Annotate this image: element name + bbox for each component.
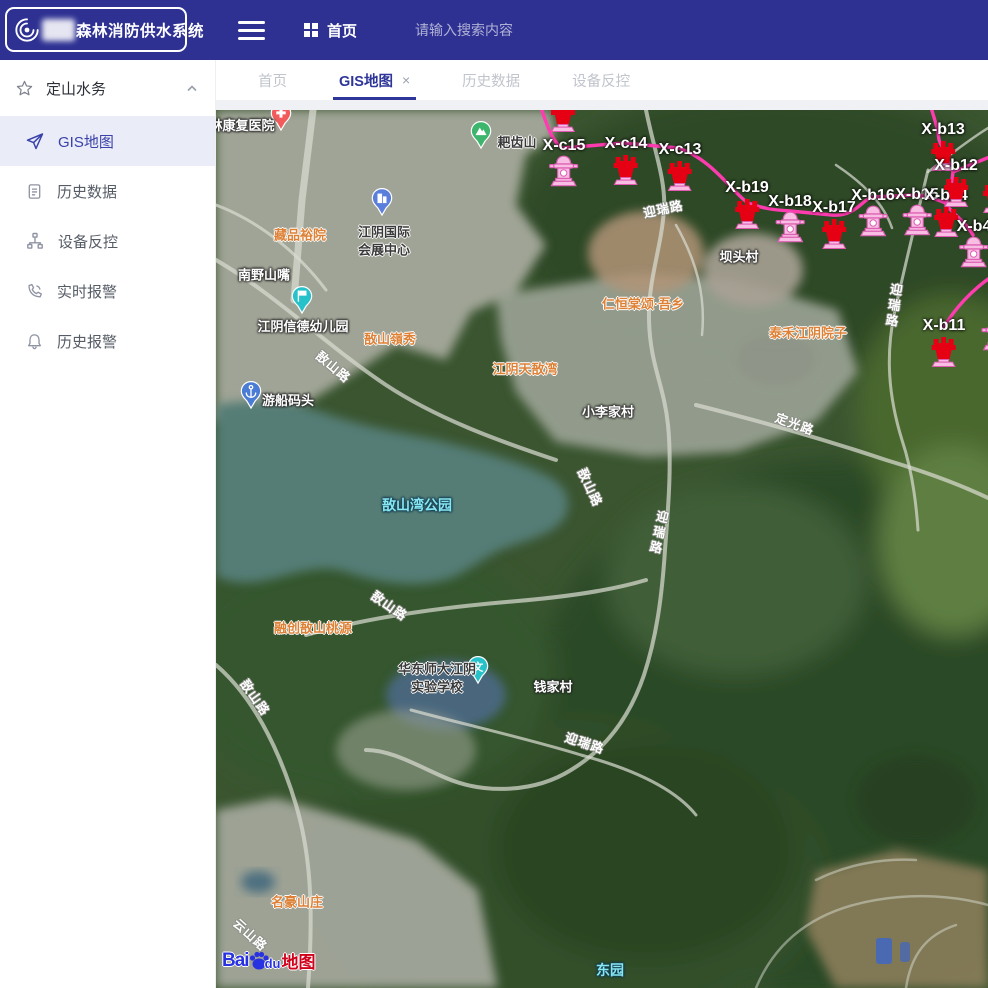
sidebar-item-label: GIS地图 <box>58 131 114 152</box>
topbar: 森林消防供水系统 首页 <box>0 0 988 60</box>
tab-label: 历史数据 <box>462 70 520 91</box>
tab-gis-map[interactable]: GIS地图 × <box>313 60 436 100</box>
baidu-map-word: 地图 <box>281 948 315 973</box>
sidebar: 定山水务 GIS地图历史数据设备反控实时报警历史报警 <box>0 60 216 988</box>
tab-label: GIS地图 <box>339 70 393 91</box>
home-label: 首页 <box>327 20 357 41</box>
star-icon <box>16 80 33 97</box>
menu-icon[interactable] <box>238 21 265 40</box>
grid-icon <box>303 22 319 38</box>
content-gap <box>216 100 988 110</box>
sidebar-group-dingshan[interactable]: 定山水务 <box>0 60 215 116</box>
tab-home[interactable]: 首页 <box>232 60 313 100</box>
bell-icon <box>26 333 43 350</box>
gis-map-canvas[interactable]: 迎瑞路迎瑞路敔山路定光路敔山路迎瑞路敔山路迎瑞路敔山路云山路 藏品裕院南野山嘴敔… <box>216 110 988 988</box>
baidu-maps-attribution: Bai du 地图 <box>222 948 315 973</box>
tab-history-data[interactable]: 历史数据 <box>436 60 546 100</box>
sidebar-item-device-control[interactable]: 设备反控 <box>0 216 215 266</box>
sidebar-item-label: 实时报警 <box>57 281 117 302</box>
chevron-up-icon <box>185 81 199 95</box>
sidebar-item-label: 历史报警 <box>57 331 117 352</box>
search-input[interactable] <box>415 15 635 45</box>
sidebar-item-label: 设备反控 <box>58 231 118 252</box>
satellite-basemap <box>216 110 988 988</box>
sidebar-item-history-data[interactable]: 历史数据 <box>0 166 215 216</box>
tab-device-control[interactable]: 设备反控 <box>546 60 656 100</box>
app-logo: 森林消防供水系统 <box>5 7 187 52</box>
document-icon <box>26 183 43 200</box>
home-nav[interactable]: 首页 <box>303 0 357 60</box>
phone-icon <box>26 283 43 300</box>
sidebar-item-history-alarm[interactable]: 历史报警 <box>0 316 215 366</box>
sidebar-group-label: 定山水务 <box>46 78 106 99</box>
app-window: 森林消防供水系统 首页 定山水务 <box>0 0 988 988</box>
sidebar-item-realtime-alarm[interactable]: 实时报警 <box>0 266 215 316</box>
sidebar-item-gis-map[interactable]: GIS地图 <box>0 116 215 166</box>
close-icon[interactable]: × <box>402 72 410 88</box>
sidebar-item-label: 历史数据 <box>57 181 117 202</box>
tab-label: 首页 <box>258 70 287 91</box>
tab-label: 设备反控 <box>572 70 630 91</box>
send-icon <box>26 132 44 150</box>
signal-spiral-icon <box>14 17 40 43</box>
sitemap-icon <box>26 232 44 250</box>
app-title: 森林消防供水系统 <box>76 19 204 41</box>
redacted-text <box>42 19 75 41</box>
baidu-bai-text: Bai <box>222 950 249 972</box>
sidebar-list: GIS地图历史数据设备反控实时报警历史报警 <box>0 116 215 366</box>
baidu-du-text: du <box>265 956 281 971</box>
tabbar: 首页 GIS地图 × 历史数据 设备反控 <box>216 60 988 100</box>
